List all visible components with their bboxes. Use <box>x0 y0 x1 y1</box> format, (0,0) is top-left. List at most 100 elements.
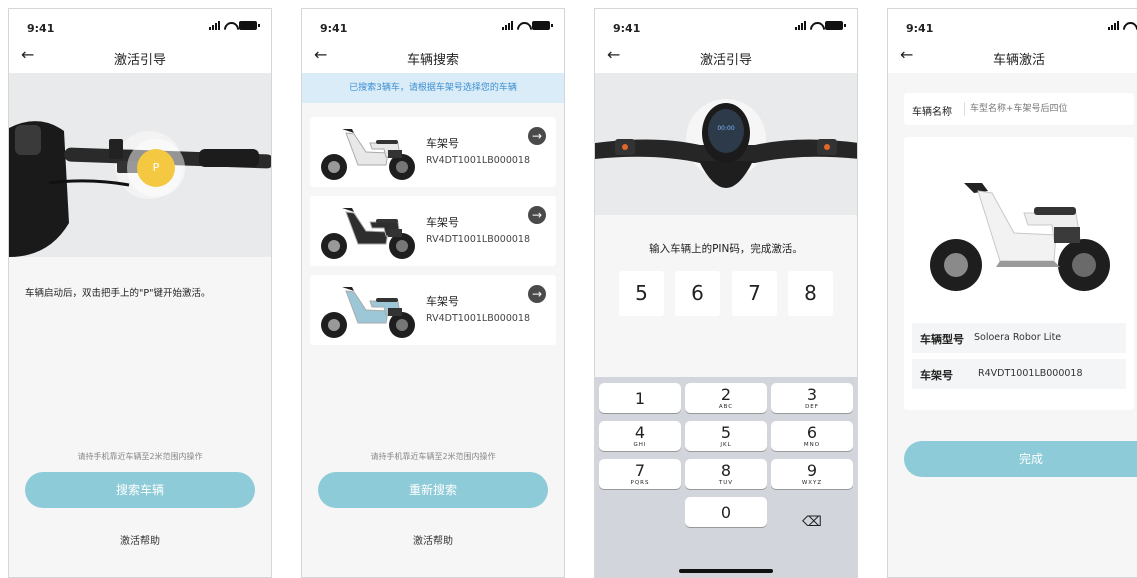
frame-value: R4VDT1001LB000018 <box>978 368 1083 379</box>
key-letters: TUV <box>718 480 734 486</box>
key-digit: 1 <box>634 389 646 408</box>
keypad-key-4[interactable]: 4 GHI <box>599 421 681 451</box>
key-letters: PQRS <box>630 480 650 486</box>
instruction-text: 车辆启动后，双击把手上的"P"键开始激活。 <box>25 288 211 299</box>
pin-instruction: 输入车辆上的PIN码，完成激活。 <box>649 243 803 255</box>
wifi-icon <box>517 22 528 30</box>
keypad-key-2[interactable]: 2 ABC <box>685 383 767 413</box>
frame-label: 车架号 <box>920 369 953 382</box>
dashboard-illustration: 00:00 <box>595 73 857 215</box>
battery-icon <box>239 21 260 30</box>
banner-text: 已搜索3辆车，请根据车架号选择您的车辆 <box>349 83 517 93</box>
key-digit: 4 <box>634 423 646 442</box>
status-icons <box>502 21 553 30</box>
keypad-key-0[interactable]: 0 <box>685 497 767 527</box>
scooter-thumbnail <box>321 287 415 338</box>
status-icons <box>1108 21 1137 30</box>
status-time: 9:41 <box>27 22 55 35</box>
signal-icon <box>502 21 513 30</box>
scooter-thumbnail <box>321 129 415 180</box>
arrow-right-icon[interactable]: → <box>528 206 546 224</box>
key-digit: 0 <box>720 503 732 522</box>
vehicle-name-label: 车辆名称 <box>912 107 952 118</box>
keypad-key-7[interactable]: 7 PQRS <box>599 459 681 489</box>
vehicle-card[interactable]: 车架号 RV4DT1001LB000018 → <box>310 275 556 345</box>
key-digit: 8 <box>720 461 732 480</box>
frame-number: RV4DT1001LB000018 <box>426 313 530 324</box>
arrow-right-icon[interactable]: → <box>528 285 546 303</box>
dashboard-image <box>595 73 857 215</box>
key-letters: WXYZ <box>801 480 823 486</box>
wifi-icon <box>810 22 821 30</box>
model-value: Soloera Robor Lite <box>974 332 1062 343</box>
key-digit: 7 <box>634 461 646 480</box>
signal-icon <box>1108 21 1119 30</box>
page-title: 车辆搜索 <box>406 53 459 68</box>
key-letters: ABC <box>718 404 734 410</box>
page-title: 激活引导 <box>113 53 166 68</box>
frame-number-row: 车架号 R4VDT1001LB000018 <box>912 359 1126 389</box>
nav-bar: ← 车辆搜索 <box>302 39 564 73</box>
frame-number: RV4DT1001LB000018 <box>426 155 530 166</box>
model-label: 车辆型号 <box>920 333 964 346</box>
done-button[interactable]: 完成 <box>904 441 1137 477</box>
pin-digit-1: 5 <box>619 271 664 316</box>
activation-help-link[interactable]: 激活帮助 <box>302 532 564 547</box>
wifi-icon <box>1123 22 1134 30</box>
search-result-banner: 已搜索3辆车，请根据车架号选择您的车辆 <box>302 73 564 103</box>
key-digit: 5 <box>720 423 732 442</box>
research-button[interactable]: 重新搜索 <box>318 472 548 508</box>
vehicle-card[interactable]: 车架号 RV4DT1001LB000018 → <box>310 196 556 266</box>
scooter-thumbnail <box>321 208 415 259</box>
activation-help-link[interactable]: 激活帮助 <box>9 532 271 547</box>
battery-icon <box>825 21 846 30</box>
vehicle-name-field[interactable]: 车辆名称 <box>904 93 1134 125</box>
status-time: 9:41 <box>906 22 934 35</box>
search-vehicle-button[interactable]: 搜索车辆 <box>25 472 255 508</box>
key-letters: GHI <box>633 442 647 448</box>
wifi-icon <box>224 22 235 30</box>
key-digit: 6 <box>806 423 818 442</box>
signal-icon <box>209 21 220 30</box>
keypad-key-8[interactable]: 8 TUV <box>685 459 767 489</box>
pin-digit-4: 8 <box>788 271 833 316</box>
delete-key[interactable]: ⌫ <box>771 507 853 537</box>
p-button: P <box>137 149 175 187</box>
nav-bar: ← 车辆激活 <box>888 39 1137 73</box>
vehicle-model-row: 车辆型号 Soloera Robor Lite <box>912 323 1126 353</box>
keypad-key-6[interactable]: 6 MNO <box>771 421 853 451</box>
status-icons <box>209 21 260 30</box>
vehicle-activation-screen: 9:41 ← 车辆激活 车辆名称 车辆型号 Soloera Ro <box>887 8 1137 578</box>
status-bar: 9:41 <box>9 9 271 39</box>
page-title: 激活引导 <box>699 53 752 68</box>
key-letters: MNO <box>803 442 821 448</box>
vehicle-name-input[interactable] <box>970 100 1120 118</box>
keypad-key-9[interactable]: 9 WXYZ <box>771 459 853 489</box>
key-digit: 9 <box>806 461 818 480</box>
signal-icon <box>795 21 806 30</box>
home-indicator <box>679 569 773 573</box>
keypad-key-5[interactable]: 5 JKL <box>685 421 767 451</box>
vehicle-card[interactable]: 车架号 RV4DT1001LB000018 → <box>310 117 556 187</box>
keypad-key-3[interactable]: 3 DEF <box>771 383 853 413</box>
frame-label: 车架号 <box>426 137 459 150</box>
key-letters: JKL <box>720 442 732 448</box>
nav-bar: ← 激活引导 <box>595 39 857 73</box>
status-time: 9:41 <box>613 22 641 35</box>
frame-label: 车架号 <box>426 216 459 229</box>
status-time: 9:41 <box>320 22 348 35</box>
nav-bar: ← 激活引导 <box>9 39 271 73</box>
key-letters: DEF <box>805 404 819 410</box>
key-digit: 3 <box>806 385 818 404</box>
keypad-key-1[interactable]: 1 <box>599 383 681 413</box>
activation-guide-screen: 9:41 ← 激活引导 P 车辆启动后，双击把手上的"P"键开始激活。 请持手机… <box>8 8 272 578</box>
vehicle-search-screen: 9:41 ← 车辆搜索 已搜索3辆车，请根据车架号选择您的车辆 车架号 RV4DT… <box>301 8 565 578</box>
arrow-right-icon[interactable]: → <box>528 127 546 145</box>
proximity-hint: 请持手机靠近车辆至2米范围内操作 <box>370 452 496 461</box>
proximity-hint: 请持手机靠近车辆至2米范围内操作 <box>77 452 203 461</box>
numeric-keypad: 1 2 ABC 3 DEF 4 GHI 5 JKL 6 MNO 7 PQRS 8 TUV 9 WXYZ 0 ⌫ <box>595 377 857 577</box>
status-bar: 9:41 <box>595 9 857 39</box>
pin-digit-3: 7 <box>732 271 777 316</box>
backspace-icon: ⌫ <box>802 514 822 530</box>
page-title: 车辆激活 <box>992 53 1045 68</box>
